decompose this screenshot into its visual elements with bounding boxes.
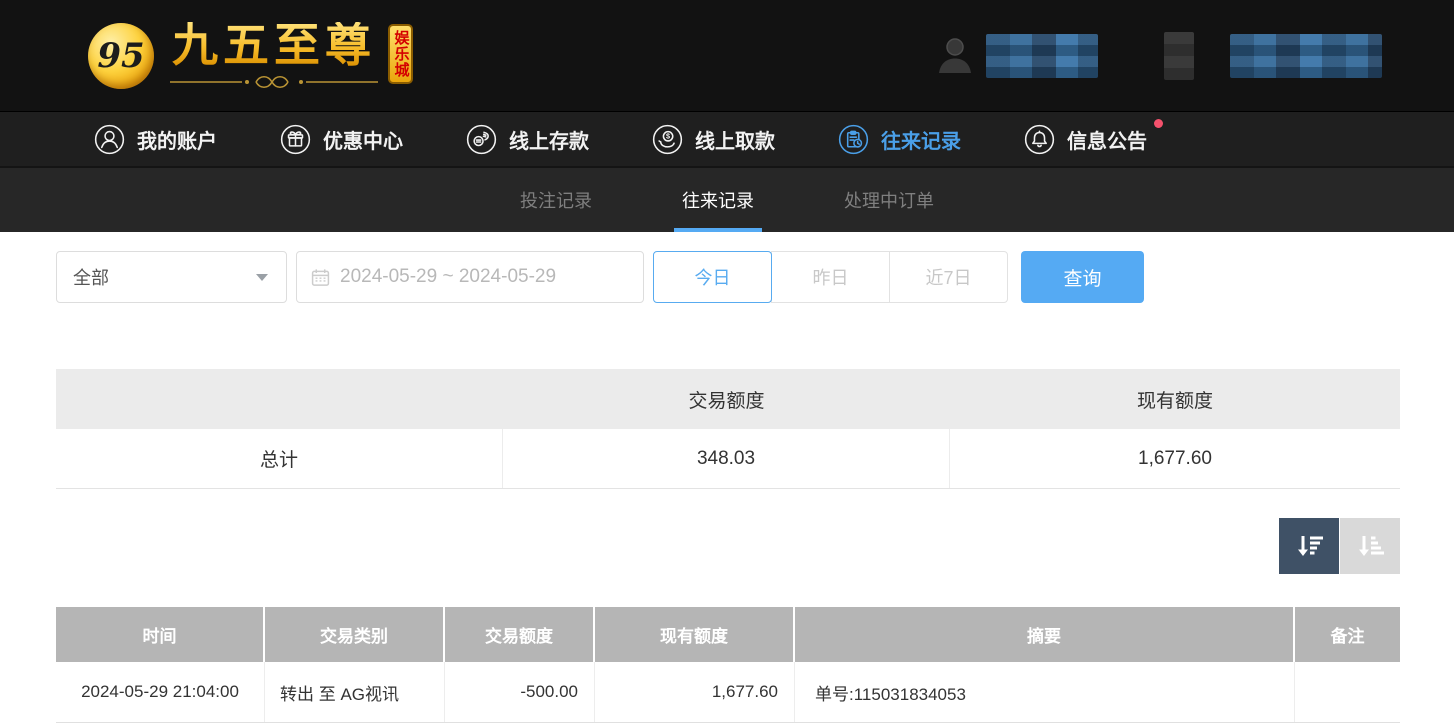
summary-header-balance: 现有额度 [1136, 390, 1213, 412]
summary-trade-amount-value: 348.03 [503, 429, 950, 488]
withdraw-icon: $ [652, 124, 683, 154]
cell-time: 2024-05-29 21:04:00 [56, 662, 265, 722]
yesterday-button[interactable]: 昨日 [771, 251, 890, 303]
tab-transaction-records[interactable]: 往来记录 [662, 168, 774, 232]
main-content: 全部 2024-05-29 ~ 2024-05-29 今日 昨日 近7日 查询 … [0, 251, 1454, 723]
nav-item-withdraw[interactable]: $ 线上取款 [652, 124, 775, 155]
summary-header-row: 交易额度 现有额度 [56, 369, 1400, 429]
logo-text: 九五至尊 [172, 18, 376, 71]
summary-header-empty [56, 369, 503, 429]
tab-label: 往来记录 [682, 191, 754, 211]
nav-label: 线上存款 [509, 130, 589, 153]
cell-summary: 单号:115031834053 [795, 662, 1295, 722]
tab-processing-orders[interactable]: 处理中订单 [824, 168, 954, 232]
summary-total-label: 总计 [56, 429, 503, 488]
summary-balance-value: 1,677.60 [1138, 447, 1212, 469]
logo-flourish-icon [170, 75, 378, 88]
sort-controls [56, 518, 1400, 574]
col-header-type: 交易类别 [265, 607, 445, 662]
sort-desc-button[interactable] [1279, 518, 1339, 574]
records-table: 时间 交易类别 交易额度 现有额度 摘要 备注 2024-05-29 21:04… [56, 607, 1400, 723]
cell-balance: 1,677.60 [595, 662, 795, 722]
query-button[interactable]: 查询 [1021, 251, 1144, 303]
summary-header-trade-amount: 交易额度 [688, 390, 765, 412]
sub-tabbar: 投注记录 往来记录 处理中订单 [0, 168, 1454, 232]
bell-icon [1024, 124, 1055, 154]
masked-icon-block [1164, 31, 1194, 80]
logo-number: 95 [97, 35, 145, 76]
logo-95-icon: 95 [88, 22, 154, 89]
col-header-time: 时间 [56, 607, 265, 662]
records-icon [838, 124, 869, 154]
notification-dot [1154, 118, 1163, 128]
type-select-value: 全部 [73, 268, 109, 288]
user-icon [94, 124, 125, 154]
site-logo[interactable]: 95 九五至尊 娱乐城 [88, 22, 413, 90]
nav-item-my-account[interactable]: 我的账户 [94, 124, 217, 155]
tab-label: 处理中订单 [844, 191, 934, 211]
calendar-icon [311, 268, 330, 286]
nav-item-announcements[interactable]: 信息公告 [1024, 118, 1163, 155]
col-header-balance: 现有额度 [595, 607, 795, 662]
main-nav: 我的账户 优惠中心 线上存款 $ 线上取款 往来记录 信息公告 [0, 112, 1454, 168]
nav-item-deposit[interactable]: 线上存款 [466, 124, 589, 155]
today-button[interactable]: 今日 [653, 251, 772, 303]
logo-main: 九五至尊 [168, 22, 380, 90]
sort-amount-asc-icon [1359, 536, 1384, 556]
gift-icon [280, 124, 311, 154]
cell-note [1295, 662, 1400, 722]
date-range-input[interactable]: 2024-05-29 ~ 2024-05-29 [296, 251, 644, 303]
sort-asc-button[interactable] [1340, 518, 1400, 574]
summary-total-row: 总计 348.03 1,677.60 [56, 429, 1400, 489]
logo-badge: 娱乐城 [388, 23, 413, 84]
masked-username-block [986, 33, 1098, 78]
type-select[interactable]: 全部 [56, 251, 287, 303]
user-avatar-icon [939, 37, 971, 73]
svg-text:$: $ [666, 131, 670, 140]
nav-item-transaction-records[interactable]: 往来记录 [838, 124, 961, 155]
table-row: 2024-05-29 21:04:00 转出 至 AG视讯 -500.00 1,… [56, 662, 1400, 723]
nav-item-promotions[interactable]: 优惠中心 [280, 124, 403, 155]
user-area [934, 31, 1382, 80]
nav-label: 往来记录 [881, 130, 961, 153]
col-header-amount: 交易额度 [445, 607, 595, 662]
nav-label: 信息公告 [1067, 130, 1147, 153]
quick-date-group: 今日 昨日 近7日 [653, 251, 1008, 303]
cell-type: 转出 至 AG视讯 [265, 662, 445, 722]
cell-amount: -500.00 [445, 662, 595, 722]
nav-label: 我的账户 [137, 130, 217, 153]
masked-balance-block [1230, 33, 1382, 78]
caret-down-icon [256, 273, 268, 281]
date-range-value: 2024-05-29 ~ 2024-05-29 [340, 266, 557, 287]
tab-label: 投注记录 [520, 191, 592, 211]
tab-betting-records[interactable]: 投注记录 [500, 168, 612, 232]
nav-label: 优惠中心 [323, 130, 403, 153]
nav-label: 线上取款 [695, 130, 775, 153]
col-header-note: 备注 [1330, 627, 1365, 646]
col-header-summary: 摘要 [795, 607, 1295, 662]
summary-table: 交易额度 现有额度 总计 348.03 1,677.60 [56, 369, 1400, 489]
deposit-icon [466, 124, 497, 154]
records-header-row: 时间 交易类别 交易额度 现有额度 摘要 备注 [56, 607, 1400, 662]
last7days-button[interactable]: 近7日 [889, 251, 1008, 303]
sort-amount-desc-icon [1298, 536, 1323, 556]
site-header: 95 九五至尊 娱乐城 [0, 0, 1454, 112]
filter-row: 全部 2024-05-29 ~ 2024-05-29 今日 昨日 近7日 查询 [56, 251, 1400, 303]
